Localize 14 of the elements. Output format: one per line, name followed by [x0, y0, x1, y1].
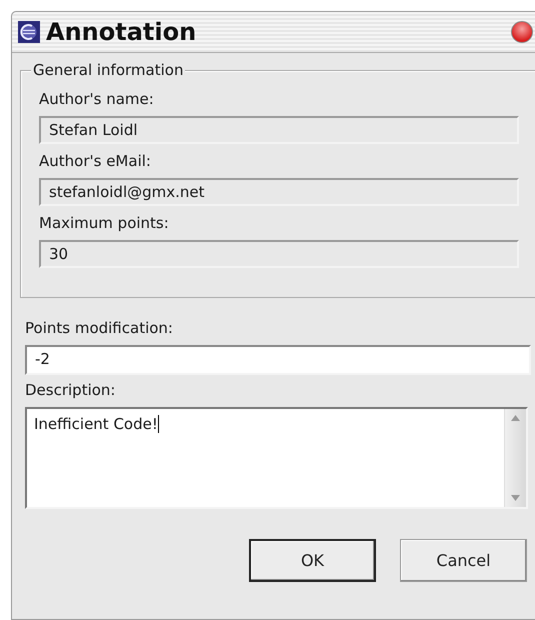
input-field[interactable]: stefanloidl@gmx.net	[39, 178, 519, 206]
input-field[interactable]: 30	[39, 240, 519, 268]
field-label: Maximum points:	[39, 213, 170, 234]
description-field[interactable]: Inefficient Code!	[25, 407, 528, 509]
input-field[interactable]: Stefan Loidl	[39, 116, 519, 144]
field-label: Points modification:	[25, 318, 174, 339]
field-label: Author's name:	[39, 89, 155, 110]
field-label: Description:	[25, 380, 116, 401]
field-label: Author's eMail:	[39, 151, 152, 172]
ok-button[interactable]: OK	[249, 539, 376, 582]
input-field[interactable]: -2	[25, 345, 531, 375]
cancel-button[interactable]: Cancel	[400, 539, 527, 582]
description-text: Inefficient Code!	[34, 415, 158, 433]
window-title: Annotation	[46, 18, 196, 46]
